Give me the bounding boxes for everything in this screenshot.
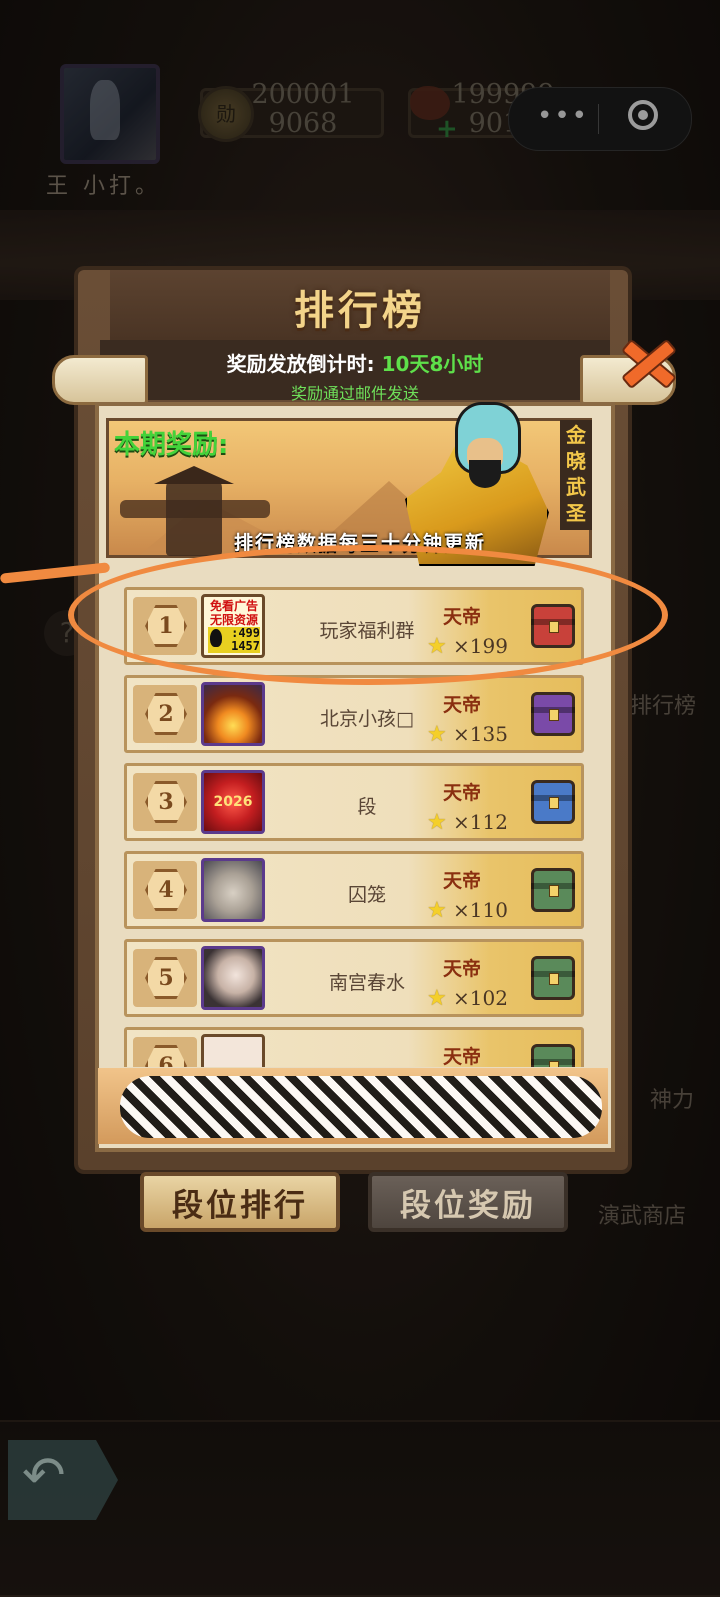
rank-row-6[interactable]: 6 天帝 xyxy=(124,1027,584,1067)
treasure-chest-icon[interactable] xyxy=(531,1044,575,1067)
rank-title: 天帝 xyxy=(442,958,481,980)
countdown-label: 奖励发放倒计时: xyxy=(226,352,375,376)
reward-label: 本期奖励: xyxy=(114,430,229,460)
treasure-chest-icon[interactable] xyxy=(531,692,575,736)
star-icon: ★ xyxy=(427,986,447,1011)
redaction-scribble xyxy=(120,1076,602,1138)
rank-title: 天帝 xyxy=(442,870,481,892)
star-count: ×110 xyxy=(453,898,508,922)
treasure-chest-icon[interactable] xyxy=(531,780,575,824)
star-count: ×135 xyxy=(453,722,508,746)
rank-title: 天帝 xyxy=(442,694,481,716)
rank-row-2[interactable]: 2 北京小孩□ 天帝 ★ ×135 xyxy=(124,675,584,753)
rank-row-4[interactable]: 4 囚笼 天帝 ★ ×110 xyxy=(124,851,584,929)
rank-row-5[interactable]: 5 南宫春水 天帝 ★ ×102 xyxy=(124,939,584,1017)
treasure-chest-icon[interactable] xyxy=(531,956,575,1000)
star-count: ×102 xyxy=(453,986,508,1010)
rank-row-3[interactable]: 3 2026 段 天帝 ★ ×112 xyxy=(124,763,584,841)
player-avatar-6[interactable] xyxy=(201,1034,265,1067)
scroll-ornament-left xyxy=(52,355,148,405)
star-icon: ★ xyxy=(427,898,447,923)
back-arrow-icon: ↶ xyxy=(22,1446,66,1506)
player-avatar-2026[interactable]: 2026 xyxy=(201,770,265,834)
rank-title: 天帝 xyxy=(442,1046,481,1067)
close-icon[interactable] xyxy=(615,330,675,390)
scarecrow-hat xyxy=(154,466,234,484)
treasure-chest-icon[interactable] xyxy=(531,868,575,912)
highlight-circle-annotation xyxy=(68,545,668,685)
panel-title: 排行榜 xyxy=(294,288,426,334)
player-avatar-girl[interactable] xyxy=(201,946,265,1010)
hero-beard xyxy=(469,460,501,488)
star-count: ×112 xyxy=(453,810,508,834)
player-avatar-fire[interactable] xyxy=(201,682,265,746)
player-avatar-cat[interactable] xyxy=(201,858,265,922)
star-icon: ★ xyxy=(427,810,447,835)
tab-rank-ranking[interactable]: 段位排行 xyxy=(140,1172,340,1232)
tab-rank-rewards[interactable]: 段位奖励 xyxy=(368,1172,568,1232)
hero-name: 金晓武圣 xyxy=(566,423,586,525)
rank-title: 天帝 xyxy=(442,782,481,804)
star-icon: ★ xyxy=(427,722,447,747)
